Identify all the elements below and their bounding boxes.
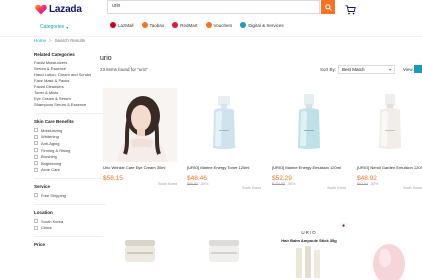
header-divider xyxy=(0,36,422,37)
sort-label: Sort By: xyxy=(320,67,337,72)
product-image[interactable] xyxy=(103,88,177,162)
taobao-icon xyxy=(141,22,148,28)
header: Lazada urio Categories ▾ LazMall Taobao xyxy=(0,0,422,36)
search-results-title: urio xyxy=(100,55,112,62)
product-image[interactable] xyxy=(357,226,422,280)
cart-icon[interactable] xyxy=(345,2,356,15)
product-name[interactable]: [URIO] Neroli Garden Emulsion 120ml xyxy=(357,165,422,171)
skin-care-benefits-title: Skin Care Benefits xyxy=(34,119,74,124)
logo-text: Lazada xyxy=(49,3,82,15)
sidebar-divider xyxy=(34,235,106,237)
korea-flag-icon xyxy=(339,222,348,230)
nav-item-taobao[interactable]: Taobao xyxy=(141,22,164,28)
sort-select[interactable]: Best Match ▾ xyxy=(338,65,395,74)
product-card[interactable] xyxy=(103,226,177,280)
benefit-filter[interactable]: Whitening xyxy=(34,134,106,141)
product-card[interactable] xyxy=(357,226,422,280)
price-title: Price xyxy=(34,241,46,247)
nav-item-digital-services[interactable]: Digital & Services xyxy=(240,22,284,28)
nav-item-vouchers[interactable]: Vouchers xyxy=(205,22,232,28)
product-card[interactable]: [URIO] Marine Energy Toner 120ml $48.46 … xyxy=(187,88,261,190)
checkbox[interactable] xyxy=(34,128,38,133)
product-card[interactable]: [URIO] Marine Energy Emulsion 120ml $52.… xyxy=(272,88,346,190)
product-card[interactable]: [URIO] Neroli Garden Emulsion 120ml $48.… xyxy=(357,88,422,190)
search-icon xyxy=(324,3,332,11)
grid-view-icon[interactable] xyxy=(414,65,422,73)
sidebar-divider xyxy=(34,203,106,205)
search-button[interactable] xyxy=(321,0,335,14)
benefit-filter[interactable]: Acne Care xyxy=(34,167,106,174)
product-image[interactable] xyxy=(103,226,177,280)
chevron-down-icon: ▾ xyxy=(66,24,69,30)
product-price: $48.46 xyxy=(187,175,207,182)
product-location: South Korea xyxy=(158,182,177,186)
search-input[interactable]: urio xyxy=(107,0,320,14)
benefit-filter[interactable]: Brightening xyxy=(34,160,106,167)
location-filter[interactable]: China xyxy=(34,224,106,231)
filter-sidebar: Related Categories Facial Moisturizers S… xyxy=(34,52,106,250)
results-count: 23 items found for "urio" xyxy=(100,67,148,72)
lazmall-icon xyxy=(110,22,116,28)
product-location: South Korea xyxy=(327,186,346,190)
checkbox[interactable] xyxy=(34,148,38,153)
breadcrumb-current: Search Results xyxy=(54,38,86,43)
benefit-filter[interactable]: Moisturizing xyxy=(34,127,106,134)
breadcrumb-separator: > xyxy=(49,38,52,43)
product-image[interactable] xyxy=(272,88,346,162)
checkbox[interactable] xyxy=(34,219,38,224)
sidebar-divider xyxy=(34,113,106,114)
voucher-icon xyxy=(205,22,212,28)
view-label: View: xyxy=(403,67,414,72)
product-image[interactable] xyxy=(187,88,261,162)
product-price: $58.15 xyxy=(103,175,123,182)
checkbox[interactable] xyxy=(34,154,38,159)
product-card[interactable] xyxy=(187,226,261,280)
sidebar-divider xyxy=(34,178,106,180)
benefit-filter[interactable]: Firming & Rising xyxy=(34,147,106,154)
breadcrumb: Home > Search Results xyxy=(34,38,85,43)
nav-item-lazmall[interactable]: LazMall xyxy=(110,22,134,28)
product-card[interactable]: URIO Hair Balm Ampoule Stick 35g xyxy=(272,226,346,280)
product-price: $48.92 xyxy=(357,175,377,182)
product-name[interactable]: Urio Wrinkle Care Eye Cream 30ml xyxy=(103,165,177,171)
product-image[interactable] xyxy=(357,88,422,162)
checkbox[interactable] xyxy=(34,193,38,198)
checkbox[interactable] xyxy=(34,161,38,166)
related-categories-title: Related Categories xyxy=(34,52,75,57)
product-card[interactable]: Urio Wrinkle Care Eye Cream 30ml $58.15 … xyxy=(103,88,177,186)
heart-logo-icon xyxy=(35,4,47,15)
product-location: South Korea xyxy=(403,186,422,190)
checkbox[interactable] xyxy=(34,134,38,139)
benefit-filter[interactable]: Brushing xyxy=(34,153,106,160)
checkbox[interactable] xyxy=(34,225,38,230)
product-price: $52.29 xyxy=(272,175,292,182)
checkbox[interactable] xyxy=(34,141,38,146)
digital-services-icon xyxy=(240,22,247,28)
sort-value: Best Match xyxy=(342,67,365,72)
nav-item-redmart[interactable]: RedMart xyxy=(172,22,198,28)
product-image[interactable]: URIO Hair Balm Ampoule Stick 35g xyxy=(272,226,346,280)
search-input-value: urio xyxy=(112,3,121,9)
top-nav: LazMall Taobao RedMart Vouchers Digital … xyxy=(110,22,284,28)
redmart-icon xyxy=(172,22,179,28)
location-title: Location xyxy=(34,209,53,215)
checkbox[interactable] xyxy=(34,167,38,172)
product-name[interactable]: [URIO] Marine Energy Emulsion 120ml xyxy=(272,165,346,171)
product-name[interactable]: [URIO] Marine Energy Toner 120ml xyxy=(187,165,261,171)
chevron-down-icon: ▾ xyxy=(388,67,391,72)
service-title: Service xyxy=(34,184,51,190)
categories-dropdown[interactable]: Categories ▾ xyxy=(40,24,68,30)
service-filter[interactable]: Free Shipping xyxy=(34,192,106,199)
breadcrumb-home[interactable]: Home xyxy=(34,38,46,43)
lazada-logo[interactable]: Lazada xyxy=(35,2,82,16)
product-image[interactable] xyxy=(187,226,261,280)
product-location: South Korea xyxy=(242,186,261,190)
benefit-filter[interactable]: Anti-Aging xyxy=(34,140,106,147)
related-category-link[interactable]: Shampoos Serum & Essence xyxy=(34,102,106,108)
categories-label: Categories xyxy=(40,24,65,30)
location-filter[interactable]: South Korea xyxy=(34,218,106,225)
